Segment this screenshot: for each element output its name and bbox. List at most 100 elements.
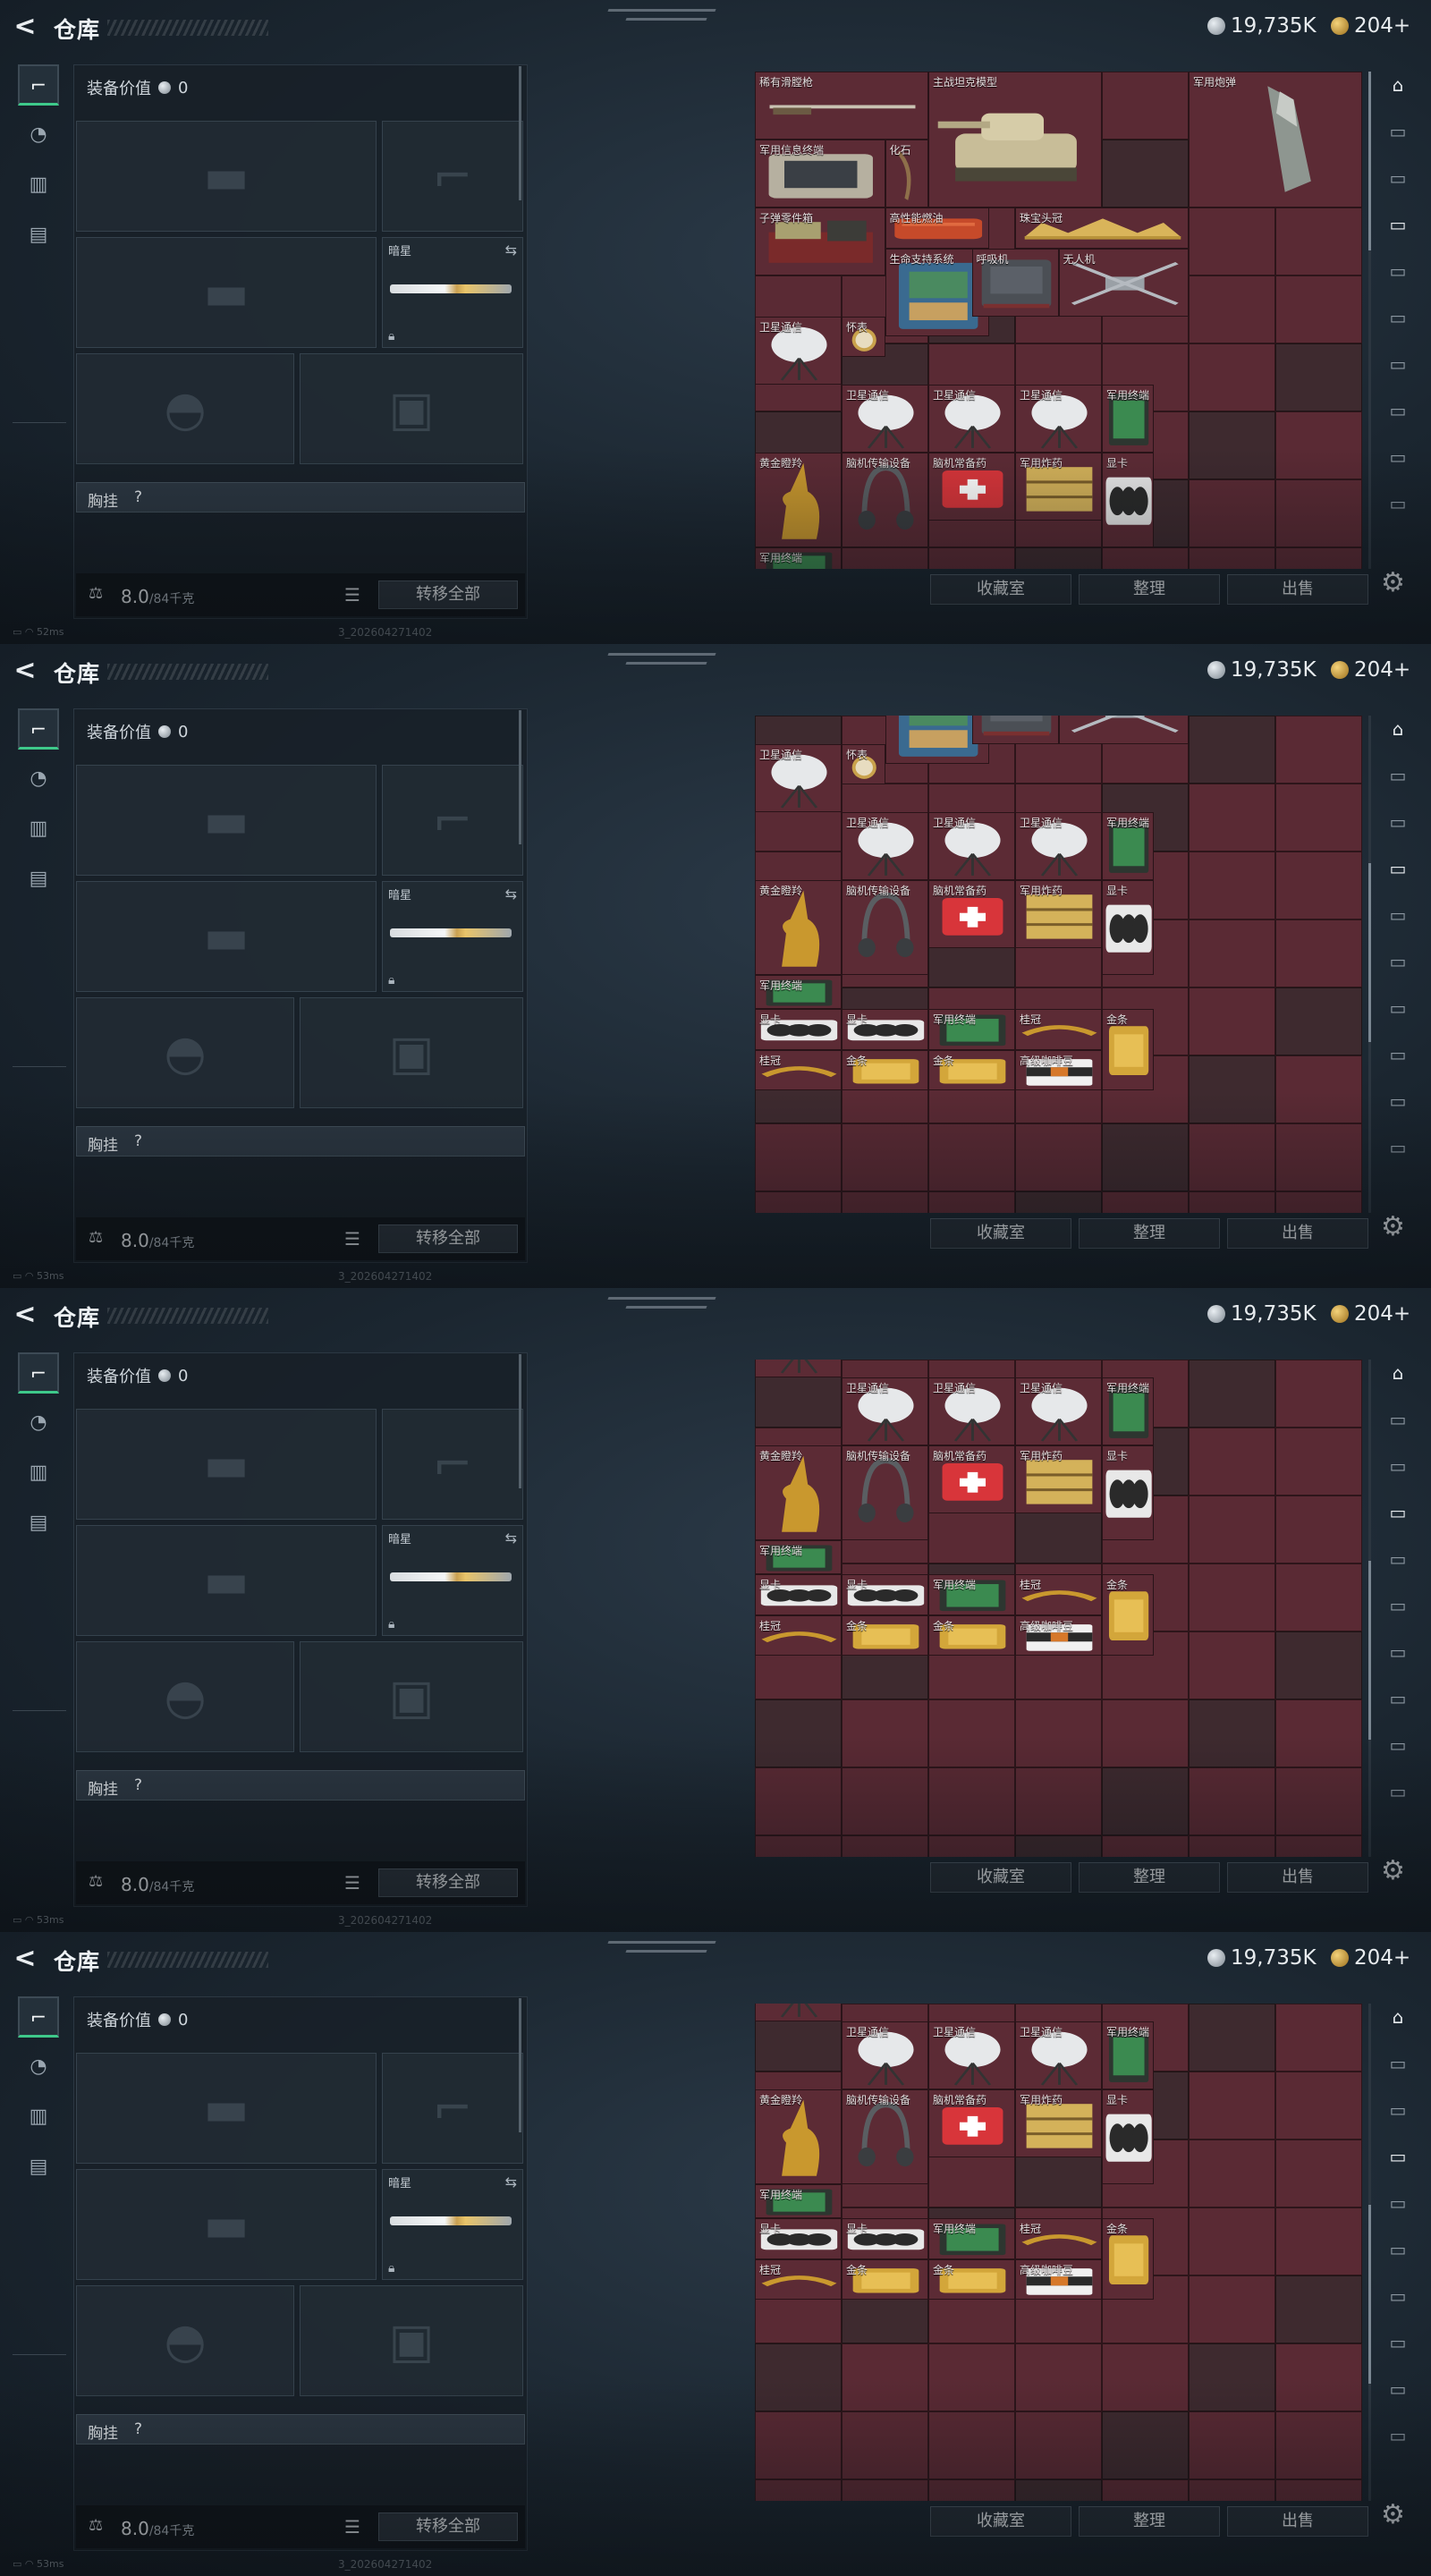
camera-icon[interactable]: ▭ <box>1383 1639 1413 1665</box>
stash-cell[interactable] <box>1275 716 1362 784</box>
stash-cell[interactable] <box>1189 2140 1275 2207</box>
camera-icon[interactable]: ▭ <box>1383 2097 1413 2123</box>
stash-item-gpu[interactable]: 显卡 <box>1102 879 1155 975</box>
gear-icon[interactable]: ⚙ <box>1381 1211 1405 1242</box>
stash-cell[interactable] <box>1275 1360 1362 1428</box>
camera-icon[interactable]: ▭ <box>1383 1592 1413 1619</box>
stash-item-headset[interactable]: 脑机传输设备 <box>842 2089 928 2184</box>
stash-item-gpu[interactable]: 显卡 <box>1102 1445 1155 1540</box>
stash-cell[interactable] <box>1189 919 1275 987</box>
stash-cell[interactable] <box>1275 1631 1362 1699</box>
stash-cell[interactable] <box>1189 2343 1275 2411</box>
arch-icon[interactable]: ⌂ <box>1383 72 1413 98</box>
transfer-all-button[interactable]: 转移全部 <box>378 580 518 609</box>
camera-icon[interactable]: ▭ <box>1383 809 1413 835</box>
stash-item-goldbar[interactable]: 金条 <box>928 1614 1015 1657</box>
stash-item-explosive[interactable]: 军用炸药 <box>1015 879 1102 948</box>
pistol-slot[interactable]: ⌐ <box>382 121 523 232</box>
stash-cell[interactable] <box>1189 784 1275 852</box>
stash-item-goldbar[interactable]: 金条 <box>1102 2218 1155 2301</box>
stash-item-gpu[interactable]: 显卡 <box>842 1009 928 1050</box>
stash-cell[interactable] <box>1189 1428 1275 1496</box>
chest-rig-hint[interactable]: ? <box>134 1776 142 1794</box>
stash-item-medkit[interactable]: 脑机常备药 <box>928 2089 1015 2157</box>
stash-item-goldbar[interactable]: 金条 <box>842 1049 928 1091</box>
stash-cell[interactable] <box>1189 1123 1275 1191</box>
stash-item-dish[interactable]: 卫星通信 <box>1015 1377 1102 1445</box>
list-icon[interactable]: ☰ <box>344 1872 360 1894</box>
back-icon[interactable]: < <box>11 1945 39 1973</box>
helmet-slot[interactable]: ◓ <box>76 2285 294 2396</box>
stash-item-goldbar[interactable]: 金条 <box>1102 1574 1155 1657</box>
helmet-icon[interactable]: ◔ <box>18 1402 59 1444</box>
stash-item-gpu[interactable]: 显卡 <box>842 1574 928 1615</box>
chest-rig-slot[interactable]: 胸挂 ? <box>76 1126 525 1157</box>
camera-icon[interactable]: ▭ <box>1383 1732 1413 1758</box>
stash-item-gazelle[interactable]: 黄金瞪羚 <box>755 2089 842 2184</box>
stash-item-dish[interactable]: 卫星通信 <box>842 384 928 453</box>
list-icon[interactable]: ☰ <box>344 584 360 606</box>
stash-cell[interactable] <box>1102 547 1189 569</box>
stash-scrollbar[interactable] <box>1368 1360 1371 1857</box>
stash-cell[interactable] <box>755 2411 842 2479</box>
stash-item-gpu[interactable]: 显卡 <box>1102 452 1155 547</box>
vest-icon[interactable]: ▥ <box>18 165 59 206</box>
stash-cell[interactable] <box>1189 2072 1275 2140</box>
gold-currency[interactable]: 204+ <box>1331 1946 1410 1970</box>
gold-currency[interactable]: 204+ <box>1331 658 1410 682</box>
sort-button[interactable]: 整理 <box>1079 1862 1220 1893</box>
stash-cell[interactable] <box>1275 1699 1362 1767</box>
stash-cell[interactable] <box>1275 2004 1362 2072</box>
stash-cell[interactable] <box>1189 1563 1275 1631</box>
camera-icon[interactable]: ▭ <box>1383 762 1413 789</box>
stash-cell[interactable] <box>1189 1191 1275 1213</box>
stash-item-gpu[interactable]: 显卡 <box>1102 2089 1155 2184</box>
stash-cell[interactable] <box>1189 343 1275 411</box>
camera-icon[interactable]: ▭ <box>1383 2143 1413 2170</box>
chest-rig-slot[interactable]: 胸挂 ? <box>76 482 525 513</box>
stash-item-laurel[interactable]: 桂冠 <box>1015 1574 1102 1615</box>
stash-item-explosive[interactable]: 军用炸药 <box>1015 2089 1102 2157</box>
stash-item-dish[interactable]: 卫星通信 <box>1015 384 1102 453</box>
stash-cell[interactable] <box>1275 2275 1362 2343</box>
armor-slot[interactable]: ▣ <box>300 1641 523 1752</box>
camera-icon[interactable]: ▭ <box>1383 490 1413 517</box>
pistol-slot[interactable]: ⌐ <box>382 1409 523 1520</box>
stash-cell[interactable] <box>1275 547 1362 569</box>
camera-icon[interactable]: ▭ <box>1383 1453 1413 1479</box>
stash-item-laurel[interactable]: 桂冠 <box>755 2258 842 2301</box>
case-icon[interactable]: ▤ <box>18 215 59 256</box>
stash-cell[interactable] <box>842 547 928 569</box>
vest-icon[interactable]: ▥ <box>18 2097 59 2138</box>
collection-button[interactable]: 收藏室 <box>930 1218 1071 1249</box>
pistol-icon[interactable]: ⌐ <box>18 708 59 750</box>
stash-cell[interactable] <box>1275 2479 1362 2501</box>
stash-item-laurel[interactable]: 桂冠 <box>755 1049 842 1091</box>
stash-item-dish[interactable]: 卫星通信 <box>928 811 1015 880</box>
camera-icon[interactable]: ▭ <box>1383 1546 1413 1572</box>
stash-item-terminal[interactable]: 军用信息终端 <box>755 140 885 208</box>
stash-item-shell[interactable]: 军用炮弹 <box>1189 72 1362 208</box>
stash-cell[interactable] <box>1015 1699 1102 1767</box>
camera-icon[interactable]: ▭ <box>1383 444 1413 470</box>
stash-cell[interactable] <box>928 1699 1015 1767</box>
gear-icon[interactable]: ⚙ <box>1381 1855 1405 1886</box>
stash-cell[interactable] <box>1189 2275 1275 2343</box>
stash-item-coffee[interactable]: 高级咖啡豆 <box>1015 2258 1102 2301</box>
collection-button[interactable]: 收藏室 <box>930 2506 1071 2537</box>
stash-item-gazelle[interactable]: 黄金瞪羚 <box>755 452 842 547</box>
stash-cell[interactable] <box>1102 2479 1189 2501</box>
stash-item-ventilator[interactable]: 呼吸机 <box>971 716 1059 744</box>
primary-weapon-slot[interactable]: ▬ <box>76 2053 377 2164</box>
stash-item-goldbar[interactable]: 金条 <box>842 1614 928 1657</box>
camera-icon[interactable]: ▭ <box>1383 258 1413 284</box>
stash-cell[interactable] <box>1275 852 1362 919</box>
sort-button[interactable]: 整理 <box>1079 1218 1220 1249</box>
stash-cell[interactable] <box>842 1699 928 1767</box>
stash-cell[interactable] <box>1189 1496 1275 1563</box>
camera-icon[interactable]: ▭ <box>1383 397 1413 424</box>
stash-cell[interactable] <box>1189 2411 1275 2479</box>
sell-button[interactable]: 出售 <box>1227 1862 1368 1893</box>
stash-cell[interactable] <box>1189 716 1275 784</box>
stash-item-dish[interactable]: 卫星通信 <box>755 743 842 812</box>
